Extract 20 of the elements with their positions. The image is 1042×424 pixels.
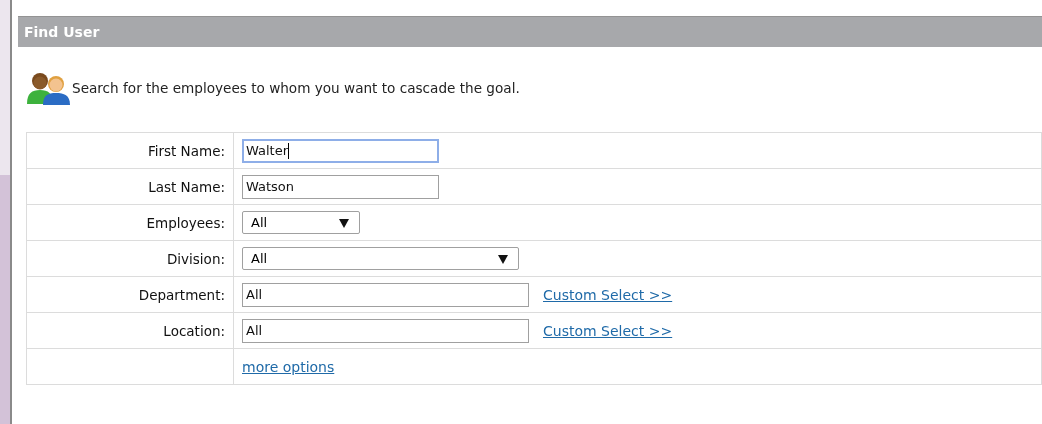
dropdown[interactable]: All — [242, 247, 519, 270]
field-label: First Name: — [147, 143, 225, 159]
panel-title: Find User — [24, 24, 100, 40]
caret-icon — [498, 253, 508, 264]
field-label: Last Name: — [148, 179, 225, 195]
input-field[interactable]: All — [242, 282, 529, 307]
field-label: Department: — [138, 287, 225, 303]
input-field[interactable]: Watson — [242, 174, 439, 199]
caret-icon — [339, 217, 349, 228]
more-options-link[interactable]: more options — [242, 358, 335, 375]
custom-select-link[interactable]: Custom Select >> — [543, 322, 673, 339]
input-field[interactable]: Walter — [242, 138, 439, 163]
dropdown[interactable]: All — [242, 211, 360, 234]
intro-text: Search for the employees to whom you want to cascade the goal. — [72, 80, 520, 96]
field-label: Employees: — [146, 215, 225, 231]
field-label: Location: — [163, 323, 225, 339]
custom-select-link[interactable]: Custom Select >> — [543, 286, 673, 303]
field-label: Division: — [166, 251, 225, 267]
input-field[interactable]: All — [242, 318, 529, 343]
people-icon — [26, 71, 72, 105]
